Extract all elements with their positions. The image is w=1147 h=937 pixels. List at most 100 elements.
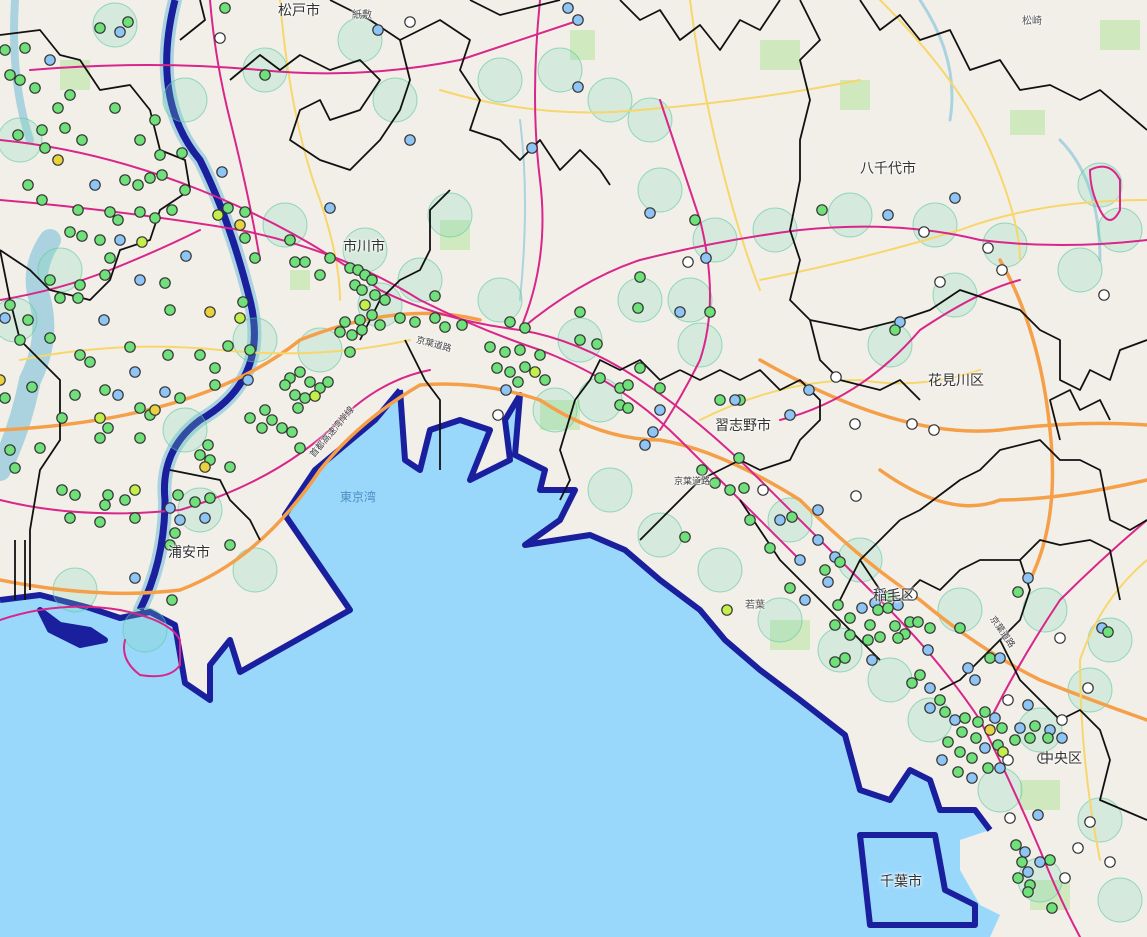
facility-marker[interactable]	[0, 44, 11, 56]
facility-marker[interactable]	[134, 134, 146, 146]
facility-marker[interactable]	[774, 514, 786, 526]
facility-marker[interactable]	[112, 214, 124, 226]
facility-marker[interactable]	[39, 142, 51, 154]
facility-marker[interactable]	[936, 754, 948, 766]
facility-marker[interactable]	[0, 374, 6, 386]
facility-marker[interactable]	[44, 274, 56, 286]
facility-marker[interactable]	[334, 326, 346, 338]
facility-marker[interactable]	[456, 319, 468, 331]
facility-marker[interactable]	[724, 484, 736, 496]
facility-marker[interactable]	[504, 316, 516, 328]
facility-marker[interactable]	[850, 490, 862, 502]
facility-marker[interactable]	[1056, 714, 1068, 726]
facility-marker[interactable]	[244, 412, 256, 424]
facility-marker[interactable]	[279, 379, 291, 391]
facility-marker[interactable]	[22, 179, 34, 191]
facility-marker[interactable]	[1032, 809, 1044, 821]
facility-marker[interactable]	[429, 312, 441, 324]
facility-marker[interactable]	[216, 166, 228, 178]
facility-marker[interactable]	[76, 134, 88, 146]
facility-marker[interactable]	[674, 306, 686, 318]
facility-marker[interactable]	[132, 179, 144, 191]
facility-marker[interactable]	[119, 174, 131, 186]
facility-marker[interactable]	[982, 762, 994, 774]
facility-marker[interactable]	[889, 620, 901, 632]
facility-marker[interactable]	[122, 16, 134, 28]
facility-marker[interactable]	[372, 24, 384, 36]
facility-marker[interactable]	[956, 726, 968, 738]
facility-marker[interactable]	[622, 379, 634, 391]
facility-marker[interactable]	[174, 392, 186, 404]
facility-marker[interactable]	[1022, 572, 1034, 584]
facility-marker[interactable]	[224, 461, 236, 473]
facility-marker[interactable]	[276, 422, 288, 434]
facility-marker[interactable]	[64, 89, 76, 101]
facility-marker[interactable]	[572, 14, 584, 26]
facility-marker[interactable]	[69, 489, 81, 501]
facility-marker[interactable]	[134, 206, 146, 218]
facility-marker[interactable]	[34, 442, 46, 454]
facility-marker[interactable]	[856, 602, 868, 614]
facility-marker[interactable]	[892, 632, 904, 644]
facility-marker[interactable]	[962, 662, 974, 674]
map-view[interactable]: 松戸市 市川市 八千代市 花見川区 習志野市 浦安市 稲毛区 中央区 千葉市 紙…	[0, 0, 1147, 937]
facility-marker[interactable]	[928, 424, 940, 436]
facility-marker[interactable]	[314, 269, 326, 281]
facility-marker[interactable]	[889, 324, 901, 336]
facility-marker[interactable]	[114, 234, 126, 246]
facility-marker[interactable]	[982, 242, 994, 254]
facility-marker[interactable]	[29, 82, 41, 94]
facility-marker[interactable]	[239, 232, 251, 244]
facility-marker[interactable]	[733, 452, 745, 464]
facility-marker[interactable]	[244, 344, 256, 356]
facility-marker[interactable]	[129, 484, 141, 496]
facility-marker[interactable]	[379, 294, 391, 306]
facility-marker[interactable]	[1022, 699, 1034, 711]
facility-marker[interactable]	[906, 677, 918, 689]
facility-marker[interactable]	[844, 629, 856, 641]
facility-marker[interactable]	[159, 386, 171, 398]
facility-marker[interactable]	[356, 324, 368, 336]
facility-marker[interactable]	[949, 714, 961, 726]
facility-marker[interactable]	[292, 402, 304, 414]
facility-marker[interactable]	[866, 654, 878, 666]
facility-marker[interactable]	[704, 306, 716, 318]
facility-marker[interactable]	[574, 334, 586, 346]
facility-marker[interactable]	[214, 32, 226, 44]
facility-marker[interactable]	[94, 432, 106, 444]
facility-marker[interactable]	[918, 226, 930, 238]
facility-marker[interactable]	[234, 219, 246, 231]
facility-marker[interactable]	[144, 172, 156, 184]
facility-marker[interactable]	[36, 194, 48, 206]
facility-marker[interactable]	[284, 234, 296, 246]
facility-marker[interactable]	[162, 349, 174, 361]
facility-marker[interactable]	[757, 484, 769, 496]
facility-marker[interactable]	[59, 122, 71, 134]
facility-marker[interactable]	[189, 496, 201, 508]
facility-marker[interactable]	[1098, 289, 1110, 301]
facility-marker[interactable]	[1104, 856, 1116, 868]
facility-marker[interactable]	[996, 722, 1008, 734]
facility-marker[interactable]	[1019, 846, 1031, 858]
facility-marker[interactable]	[721, 604, 733, 616]
facility-marker[interactable]	[98, 314, 110, 326]
facility-marker[interactable]	[64, 226, 76, 238]
facility-marker[interactable]	[794, 554, 806, 566]
facility-marker[interactable]	[194, 349, 206, 361]
facility-marker[interactable]	[172, 489, 184, 501]
facility-marker[interactable]	[989, 712, 1001, 724]
facility-marker[interactable]	[689, 214, 701, 226]
facility-marker[interactable]	[429, 290, 441, 302]
facility-marker[interactable]	[102, 489, 114, 501]
facility-marker[interactable]	[22, 314, 34, 326]
facility-marker[interactable]	[102, 422, 114, 434]
facility-marker[interactable]	[1012, 872, 1024, 884]
facility-marker[interactable]	[1072, 842, 1084, 854]
facility-marker[interactable]	[289, 389, 301, 401]
facility-marker[interactable]	[56, 412, 68, 424]
facility-marker[interactable]	[829, 656, 841, 668]
facility-marker[interactable]	[744, 514, 756, 526]
facility-marker[interactable]	[959, 712, 971, 724]
facility-marker[interactable]	[344, 346, 356, 358]
facility-marker[interactable]	[94, 516, 106, 528]
